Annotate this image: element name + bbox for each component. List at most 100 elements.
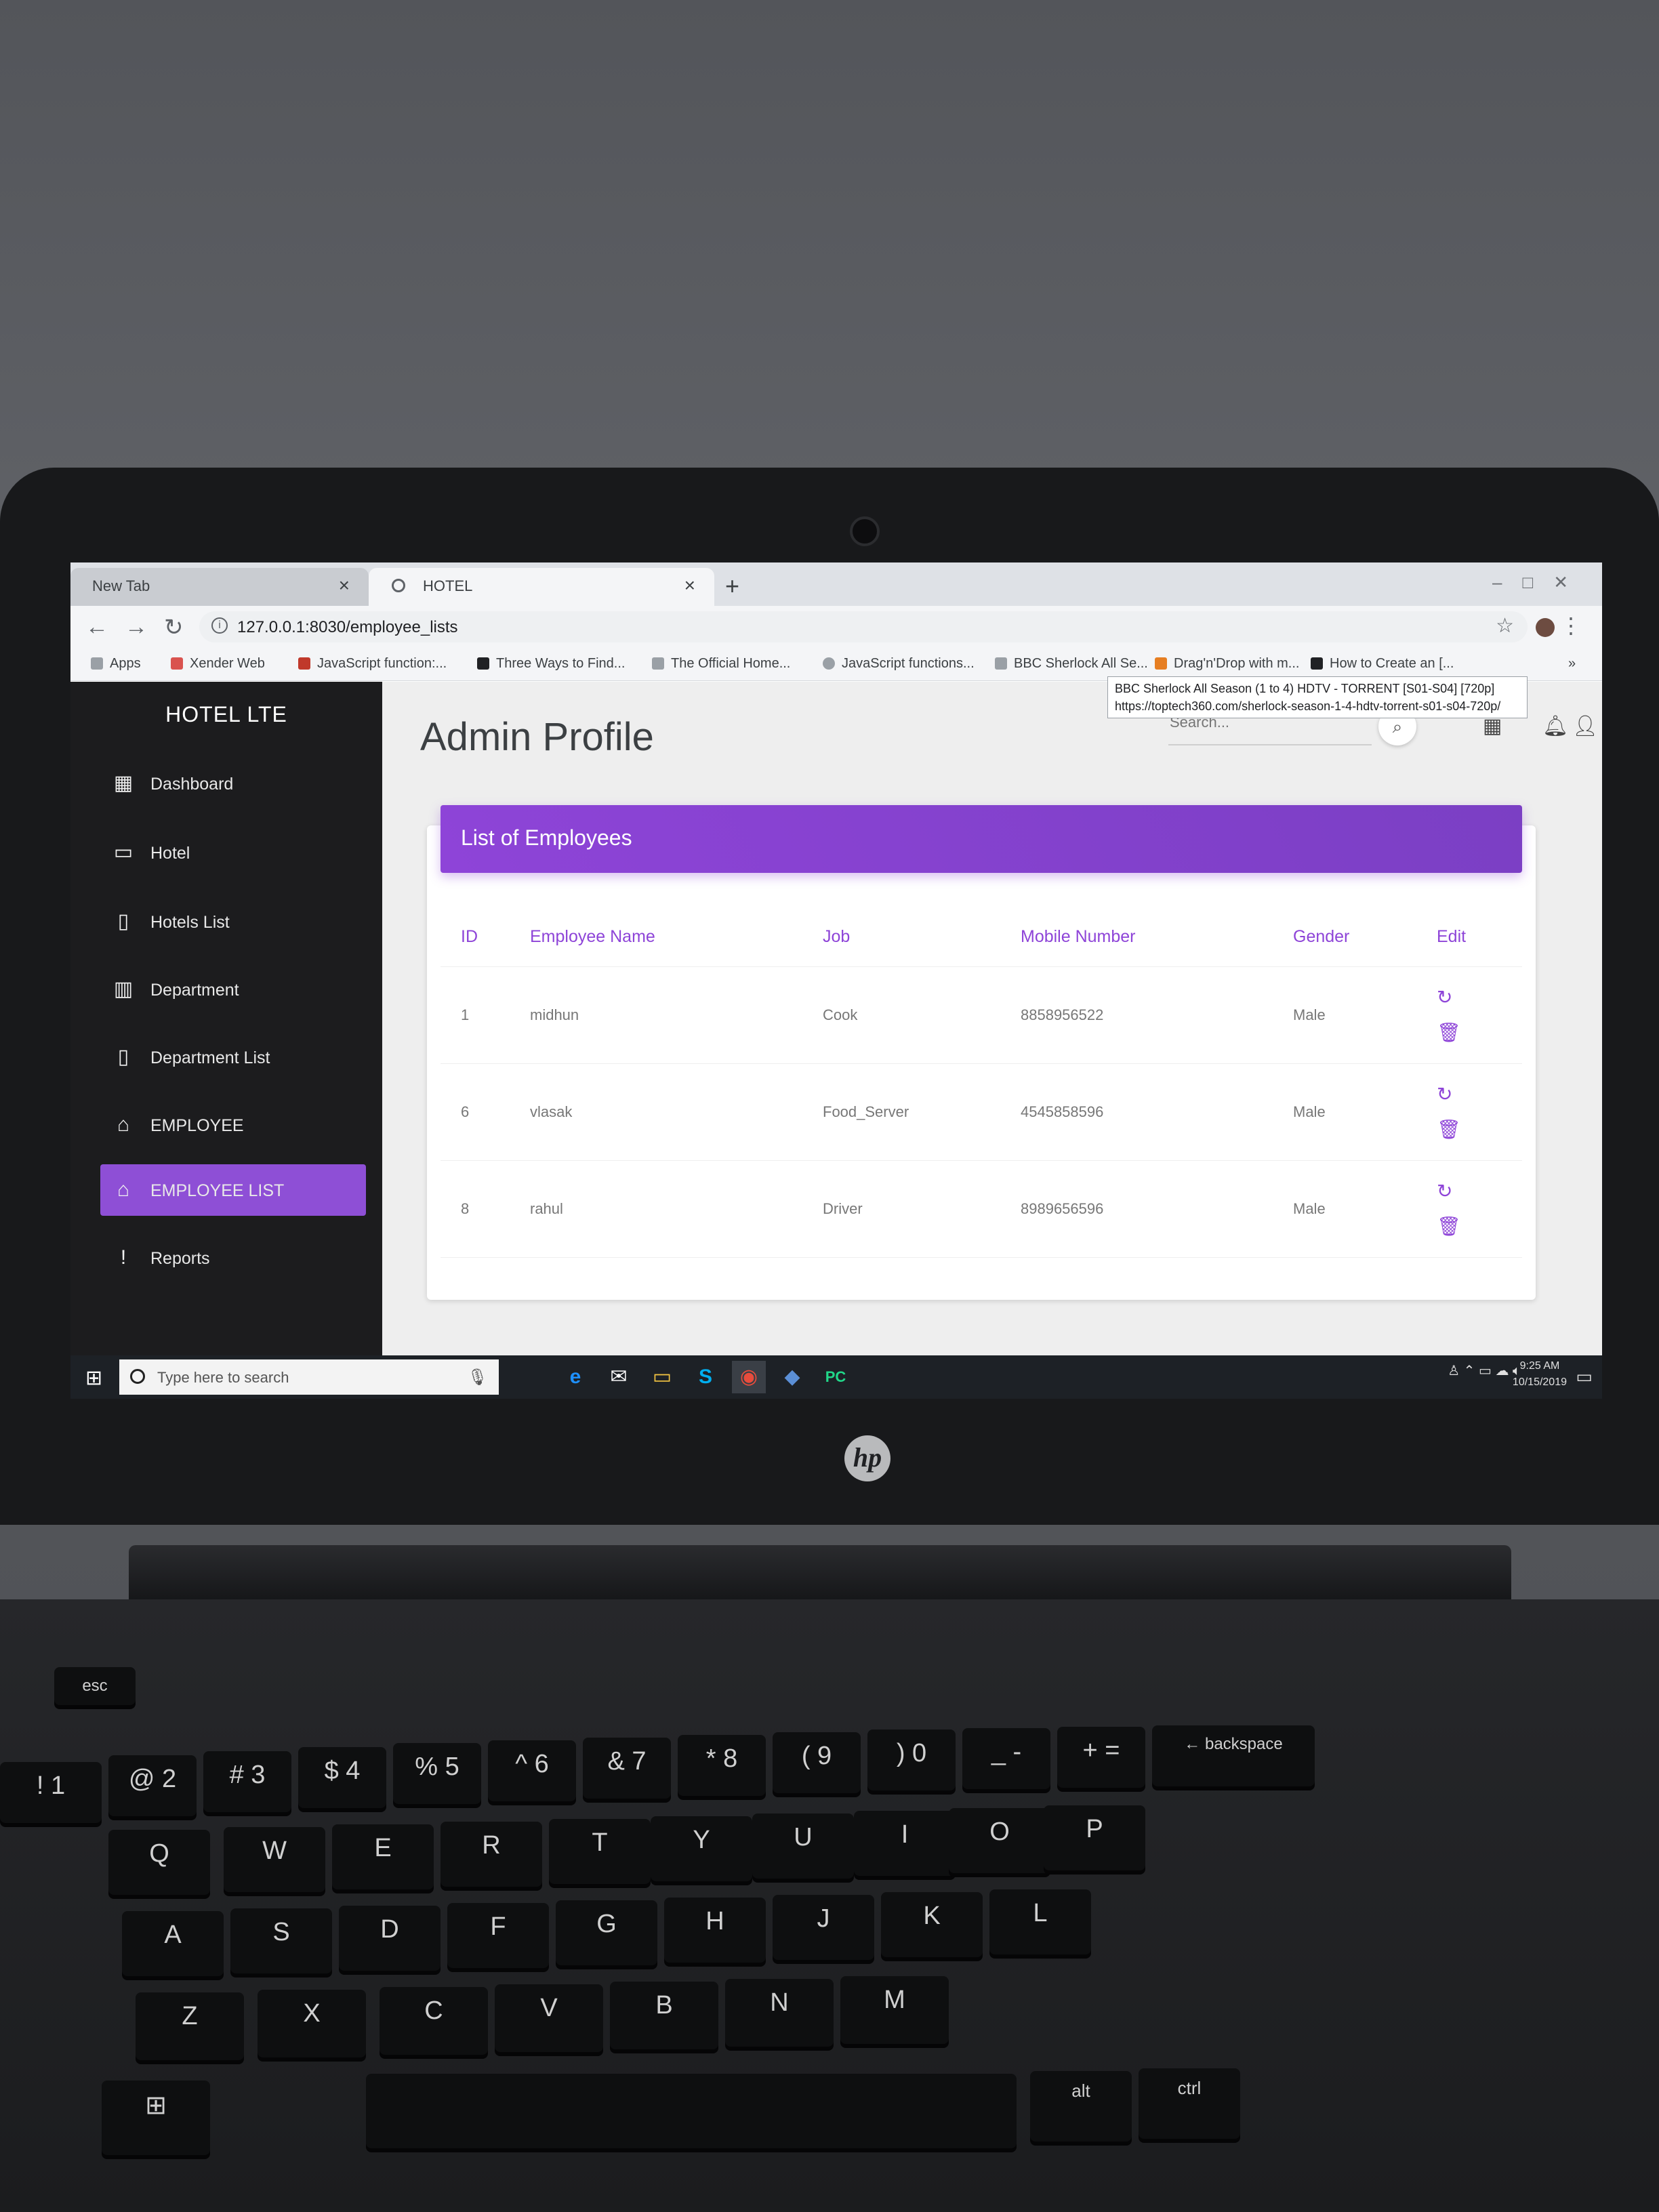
card-title: List of Employees [461,825,632,850]
key-4: $ 4 [298,1747,386,1808]
bookmark-bbc-sherlock[interactable]: BBC Sherlock All Se... [995,656,1148,672]
browser-tab-strip: New Tab × HOTEL × + –□✕ [70,562,1602,606]
close-tab-icon[interactable]: × [339,575,350,596]
key-j: J [773,1895,874,1960]
more-bookmarks-chevron[interactable]: » [1568,656,1576,672]
edge-browser-icon[interactable]: e [558,1361,592,1393]
sidebar-item-hotels-list[interactable]: ▯ Hotels List [100,896,366,947]
cell-name: midhun [529,966,822,1064]
clock-time: 9:25 AM [1519,1360,1560,1372]
pycharm-icon[interactable]: PC [819,1361,853,1393]
link-tooltip: BBC Sherlock All Season (1 to 4) HDTV - … [1107,676,1528,718]
vscode-icon[interactable]: ◆ [775,1361,809,1393]
bookmark-how-to-create[interactable]: How to Create an [... [1311,656,1454,672]
info-icon[interactable]: i [211,617,228,634]
back-arrow-icon[interactable]: ← [85,614,108,640]
update-icon[interactable]: ↻ [1437,980,1521,1015]
mail-icon[interactable]: ✉ [602,1361,636,1393]
bar-chart-icon: ▥ [113,978,134,1000]
taskbar-clock[interactable]: 9:25 AM 10/15/2019 [1513,1358,1567,1391]
profile-avatar[interactable] [1536,618,1555,637]
cortana-icon [130,1369,145,1384]
sidebar-item-department[interactable]: ▥ Department [100,964,366,1015]
dashboard-icon: ▦ [113,772,134,794]
update-icon[interactable]: ↻ [1437,1174,1521,1209]
bookmark-icon [995,657,1007,670]
bookmark-apps[interactable]: Apps [91,656,141,672]
sidebar-item-department-list[interactable]: ▯ Department List [100,1031,366,1083]
microphone-icon[interactable]: 🎙︎ [468,1368,488,1387]
sidebar-item-label: Hotels List [150,913,230,932]
key-b: B [610,1982,718,2049]
key-i: I [854,1811,956,1876]
cell-name: vlasak [529,1063,822,1161]
key-v: V [495,1984,603,2052]
windows-start-icon[interactable]: ⊞ [85,1366,102,1390]
notification-icon[interactable]: ▭ [1576,1366,1593,1387]
alert-icon: ! [120,1246,127,1269]
bookmark-three-ways[interactable]: Three Ways to Find... [477,656,625,672]
update-icon[interactable]: ↻ [1437,1077,1521,1112]
bookmark-xender[interactable]: Xender Web [171,656,265,672]
clock-date: 10/15/2019 [1512,1376,1567,1388]
column-header-mobile: Mobile Number [1020,907,1292,967]
menu-kebab-icon[interactable]: ⋮ [1560,613,1582,638]
sidebar-item-hotel[interactable]: ▭ Hotel [100,827,366,878]
cell-edit: ↻ 🗑︎ [1436,1063,1522,1161]
home-icon: ⌂ [117,1179,130,1201]
cell-mobile: 4545858596 [1020,1063,1292,1161]
key-q: Q [108,1830,210,1895]
bookmark-js-functions[interactable]: JavaScript functions... [823,656,975,672]
cell-gender: Male [1292,966,1436,1064]
tooltip-url: https://toptech360.com/sherlock-season-1… [1115,699,1501,713]
sidebar-item-employee[interactable]: ⌂ EMPLOYEE [100,1099,366,1151]
sidebar-item-reports[interactable]: ! Reports [100,1232,366,1284]
hp-logo: hp [844,1435,890,1481]
tab-hotel[interactable]: HOTEL × [369,568,714,606]
column-header-name: Employee Name [529,907,822,967]
key-x: X [258,1990,366,2057]
file-explorer-icon[interactable]: ▭ [645,1361,679,1393]
chrome-icon[interactable]: ◉ [732,1361,766,1393]
home-icon: ⌂ [117,1113,130,1136]
column-header-job: Job [822,907,1020,967]
clipboard-icon: ▯ [117,1046,129,1068]
user-icon[interactable]: 👤︎ [1572,714,1598,738]
reload-icon[interactable]: ↻ [164,614,184,641]
bookmark-drag-drop[interactable]: Drag'n'Drop with m... [1155,656,1299,672]
sidebar-item-label: Dashboard [150,775,234,794]
key-d: D [339,1906,441,1971]
globe-icon [392,579,405,592]
close-tab-icon[interactable]: × [684,575,695,596]
bookmark-star-icon[interactable]: ☆ [1496,614,1514,638]
key-p: P [1044,1805,1145,1870]
skype-icon[interactable]: S [689,1361,722,1393]
cell-gender: Male [1292,1160,1436,1258]
delete-icon[interactable]: 🗑︎ [1437,1112,1521,1147]
key-esc: esc [54,1667,136,1705]
employee-list-card: List of Employees ID Employee Name Job M… [427,805,1536,1300]
window-controls[interactable]: –□✕ [1492,572,1589,593]
tab-new-tab[interactable]: New Tab × [70,568,369,606]
key-y: Y [651,1816,752,1881]
new-tab-button[interactable]: + [725,572,739,600]
delete-icon[interactable]: 🗑︎ [1437,1209,1521,1244]
forward-arrow-icon[interactable]: → [125,614,148,640]
cell-name: rahul [529,1160,822,1258]
key-o: O [949,1808,1050,1873]
key-s: S [230,1908,332,1973]
key-k: K [881,1892,983,1957]
sidebar-item-dashboard[interactable]: ▦ Dashboard [100,758,366,809]
delete-icon[interactable]: 🗑︎ [1437,1015,1521,1050]
cell-id: 1 [441,966,529,1064]
sidebar: HOTEL LTE ▦ Dashboard ▭ Hotel ▯ Hotels L… [70,682,382,1355]
bookmark-js-function[interactable]: JavaScript function:... [298,656,447,672]
bell-icon[interactable]: 🔔︎ [1542,714,1568,738]
sidebar-item-employee-list[interactable]: ⌂ EMPLOYEE LIST [100,1164,366,1216]
taskbar-search[interactable]: Type here to search 🎙︎ [119,1359,499,1395]
sidebar-item-label: Reports [150,1249,210,1268]
bookmark-official-home[interactable]: The Official Home... [652,656,790,672]
address-bar[interactable]: i 127.0.0.1:8030/employee_lists [199,611,1528,642]
system-tray[interactable]: ♙ ⌃ ▭ ☁ 🔈︎ [1448,1362,1521,1379]
windows-taskbar: ⊞ Type here to search 🎙︎ e ✉ ▭ S ◉ ◆ PC … [70,1355,1602,1399]
